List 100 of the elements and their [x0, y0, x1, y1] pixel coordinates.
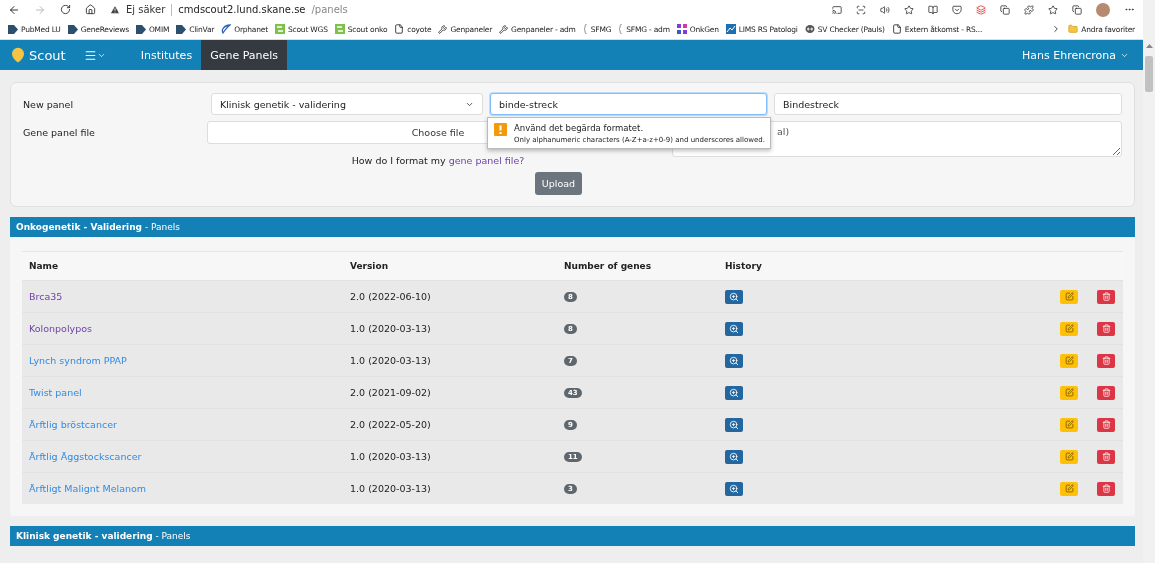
bookmark-tag-icon: [67, 24, 78, 34]
speaker-icon[interactable]: [880, 4, 890, 15]
brace-icon: [618, 24, 624, 34]
scrollbar-thumb[interactable]: [1145, 56, 1153, 92]
wrench-icon: [438, 24, 448, 34]
zoom-in-icon: [729, 355, 739, 366]
history-button[interactable]: [725, 353, 743, 368]
trash-icon: [1101, 484, 1111, 493]
panel-header: Onkogenetik - Validering - Panels: [10, 217, 1135, 237]
delete-button[interactable]: [1097, 289, 1115, 304]
bookmark-tag-icon: [176, 24, 187, 34]
edit-icon: [1064, 388, 1074, 397]
edit-button[interactable]: [1060, 417, 1078, 432]
url-host[interactable]: cmdscout2.lund.skane.se: [178, 4, 306, 15]
version-cell-text: 1.0 (2020-03-13): [350, 451, 432, 462]
version-cell-text: 1.0 (2020-03-13): [350, 355, 432, 366]
delete-button[interactable]: [1097, 449, 1115, 464]
scroll-up-icon[interactable]: [1145, 44, 1153, 48]
edit-icon: [1064, 420, 1074, 429]
history-button[interactable]: [725, 321, 743, 336]
trash-icon: [1101, 292, 1111, 301]
edit-icon: [1064, 484, 1074, 493]
display-name-field[interactable]: Bindestreck: [774, 93, 1122, 115]
version-cell-text: 1.0 (2020-03-13): [350, 483, 432, 494]
nav-tab[interactable]: Institutes: [131, 40, 202, 70]
column-header: Version: [350, 261, 390, 271]
edit-icon: [1064, 356, 1074, 365]
history-button[interactable]: [725, 449, 743, 464]
edit-icon: [1064, 452, 1074, 461]
edit-button[interactable]: [1060, 353, 1078, 368]
copy-icon[interactable]: [1000, 4, 1010, 15]
delete-button[interactable]: [1097, 481, 1115, 496]
delete-button[interactable]: [1097, 385, 1115, 400]
version-cell-text: 1.0 (2020-03-13): [350, 323, 432, 334]
zoom-in-icon: [729, 387, 739, 398]
scan-icon[interactable]: [856, 4, 866, 15]
pocket-icon[interactable]: [952, 4, 962, 15]
security-label[interactable]: Ej säker: [126, 4, 166, 15]
edit-button[interactable]: [1060, 289, 1078, 304]
pin-icon: [10, 47, 26, 63]
delete-button[interactable]: [1097, 417, 1115, 432]
user-menu[interactable]: Hans Ehrencrona: [1022, 48, 1116, 62]
layers-icon[interactable]: [976, 4, 986, 15]
version-cell-text: 2.0 (2021-09-02): [350, 387, 432, 398]
menu-icon[interactable]: [83, 48, 97, 62]
history-button[interactable]: [725, 481, 743, 496]
panel-id-field[interactable]: binde-streck: [490, 93, 767, 115]
reload-icon[interactable]: [60, 4, 71, 15]
history-button[interactable]: [725, 417, 743, 432]
warning-icon: [494, 123, 507, 136]
back-icon[interactable]: [8, 3, 20, 16]
page-icon: [394, 24, 405, 34]
trash-icon: [1101, 324, 1111, 333]
history-button[interactable]: [725, 289, 743, 304]
avatar[interactable]: [1096, 2, 1110, 17]
edit-icon: [1064, 324, 1074, 333]
folder-icon: [1068, 24, 1079, 34]
wrench-icon: [499, 24, 509, 34]
delete-button[interactable]: [1097, 353, 1115, 368]
history-button[interactable]: [725, 385, 743, 400]
warning-icon: [110, 4, 120, 15]
scout-bookmark-icon: [334, 24, 345, 34]
institute-select[interactable]: Klinisk genetik - validering: [211, 93, 483, 115]
puzzle-icon[interactable]: [1024, 4, 1034, 15]
zoom-in-icon: [729, 451, 739, 462]
zoom-in-icon: [729, 291, 739, 302]
version-cell-text: 2.0 (2022-05-20): [350, 419, 432, 430]
brace-icon: [582, 24, 588, 34]
zoom-in-icon: [729, 419, 739, 430]
edit-button[interactable]: [1060, 481, 1078, 496]
upload-button[interactable]: Upload: [534, 172, 583, 195]
grid-icon: [676, 24, 687, 34]
column-header: Name: [29, 261, 60, 271]
star-icon[interactable]: [904, 4, 914, 15]
edit-icon: [1064, 292, 1074, 301]
trash-icon: [1101, 356, 1111, 365]
version-cell-text: 2.0 (2022-06-10): [350, 291, 432, 302]
scout-bookmark-icon: [275, 24, 285, 34]
panel-header: Klinisk genetik - validering - Panels: [10, 526, 1135, 546]
book-icon[interactable]: [928, 4, 938, 15]
nav-tab[interactable]: Gene Panels: [201, 40, 288, 70]
favorites-icon[interactable]: [1048, 4, 1058, 15]
url-path[interactable]: /panels: [311, 4, 348, 15]
cast-icon[interactable]: [832, 4, 842, 15]
edit-button[interactable]: [1060, 449, 1078, 464]
help-link[interactable]: gene panel file?: [448, 155, 525, 166]
edit-button[interactable]: [1060, 321, 1078, 336]
delete-button[interactable]: [1097, 321, 1115, 336]
panel-link[interactable]: Kolonpolypos: [29, 323, 343, 334]
mountain-icon: [725, 24, 736, 34]
home-icon[interactable]: [85, 4, 96, 15]
trash-icon: [1101, 420, 1111, 429]
field-label: Gene panel file: [23, 126, 96, 140]
edit-button[interactable]: [1060, 385, 1078, 400]
collections-icon[interactable]: [1072, 4, 1082, 15]
zoom-in-icon: [729, 323, 739, 334]
panel-link[interactable]: Brca35: [29, 291, 343, 302]
swirl-icon: [221, 24, 232, 34]
brand-name[interactable]: Scout: [29, 47, 66, 63]
help-text: How do I format my gene panel file?: [351, 155, 525, 166]
